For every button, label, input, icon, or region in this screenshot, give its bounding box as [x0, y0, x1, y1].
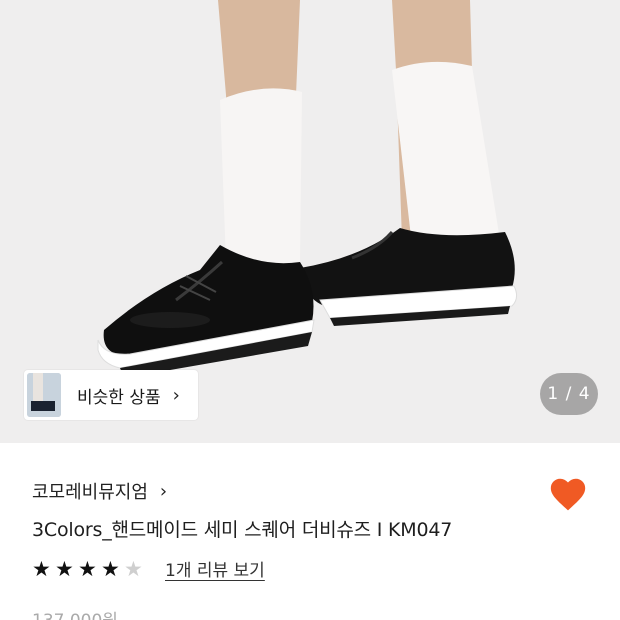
star-icon: ★	[55, 556, 74, 581]
chevron-right-icon: ›	[159, 480, 168, 502]
chevron-right-icon: ›	[172, 384, 180, 406]
star-icon: ★	[32, 556, 51, 581]
product-image[interactable]: 비슷한 상품 › 1 / 4	[0, 0, 620, 443]
similar-product-thumbnail	[27, 373, 61, 417]
similar-products-label: 비슷한 상품	[77, 387, 161, 408]
brand-link[interactable]: 코모레비뮤지엄 ›	[32, 478, 167, 504]
star-rating: ★ ★ ★ ★ ★	[32, 558, 147, 580]
review-link[interactable]: 1개 리뷰 보기	[165, 556, 265, 581]
similar-products-button[interactable]: 비슷한 상품 ›	[24, 370, 198, 420]
brand-name: 코모레비뮤지엄	[32, 482, 148, 503]
image-page-indicator: 1 / 4	[540, 373, 598, 415]
star-empty-icon: ★	[124, 556, 143, 581]
heart-icon	[550, 478, 586, 511]
star-icon: ★	[101, 556, 120, 581]
original-price: 137,000원	[32, 606, 118, 620]
wishlist-button[interactable]	[548, 476, 588, 512]
star-icon: ★	[78, 556, 97, 581]
rating-row: ★ ★ ★ ★ ★ 1개 리뷰 보기	[32, 556, 265, 582]
product-title: 3Colors_핸드메이드 세미 스퀘어 더비슈즈 I KM047	[32, 519, 453, 541]
